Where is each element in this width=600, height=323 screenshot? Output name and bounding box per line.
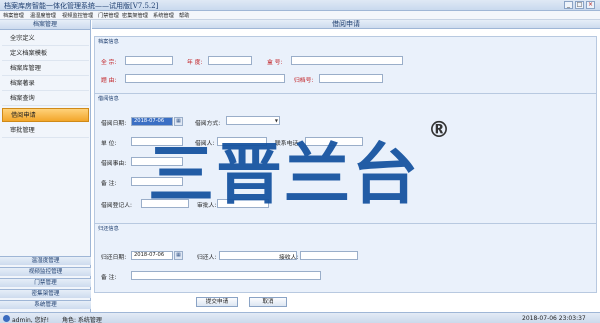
menu-archive[interactable]: 档案管理 (3, 12, 24, 19)
box-no-input[interactable] (291, 56, 403, 65)
return-note-label: 备 注: (101, 275, 117, 281)
cancel-button[interactable]: 取消 (249, 297, 287, 307)
menu-access[interactable]: 门禁管理 (98, 12, 119, 19)
menu-bar: 档案管理 温湿度管理 视频监控管理 门禁管理 密集架管理 系统管理 帮助 (0, 11, 600, 20)
sidebar-group-video[interactable]: 视频监控管理 (0, 267, 91, 276)
borrow-date-input[interactable]: 2018-07-06 (131, 117, 173, 126)
sidebar: 档案管理 全宗定义 定义档案模板 档案库管理 档案著录 档案查询 借阅申请 审批… (0, 20, 91, 312)
registered-mark: ® (428, 118, 450, 143)
fonds-input[interactable] (125, 56, 173, 65)
registrar-label: 借阅登记人: (101, 203, 132, 209)
return-info-title: 归还信息 (98, 226, 119, 232)
app-title: 档案库房智能一体化管理系统——试用版[V7.5.2] (4, 2, 159, 10)
unit-label: 单 位: (101, 141, 117, 147)
sidebar-item-cataloging[interactable]: 档案著录 (2, 77, 89, 91)
sidebar-group-compact-shelf[interactable]: 密集架管理 (0, 289, 91, 298)
fonds-label: 全 宗: (101, 60, 117, 66)
subject-input[interactable] (125, 74, 285, 83)
maximize-button[interactable]: □ (575, 1, 584, 9)
calendar-icon[interactable]: ▦ (174, 117, 183, 126)
borrow-method-select[interactable]: ▼ (226, 116, 280, 125)
return-info-section: 归还信息 归还日期: 2018-07-06 ▦ 归还人: 接收人: 备 注: (94, 223, 597, 293)
sidebar-group-system[interactable]: 系统管理 (0, 300, 91, 309)
sidebar-item-query[interactable]: 档案查询 (2, 92, 89, 106)
borrow-date-label: 借阅日期: (101, 121, 127, 127)
sidebar-item-fonds-definition[interactable]: 全宗定义 (2, 32, 89, 46)
menu-compact-shelf[interactable]: 密集架管理 (122, 12, 148, 19)
menu-help[interactable]: 帮助 (179, 12, 189, 19)
submit-request-button[interactable]: 提交申请 (196, 297, 238, 307)
status-user: admin, 您好! (12, 317, 50, 323)
status-role: 角色: 系统管理 (62, 317, 102, 323)
sidebar-group-humidity[interactable]: 温湿度管理 (0, 256, 91, 265)
return-date-input[interactable]: 2018-07-06 (131, 251, 173, 260)
sidebar-item-template[interactable]: 定义档案模板 (2, 47, 89, 61)
user-icon (3, 315, 10, 322)
sidebar-item-borrow-request[interactable]: 借阅申请 (2, 108, 89, 122)
title-bar: 档案库房智能一体化管理系统——试用版[V7.5.2] _ □ × (0, 0, 600, 11)
minimize-button[interactable]: _ (564, 1, 573, 9)
page-title: 借阅申请 (92, 20, 600, 29)
close-button[interactable]: × (586, 1, 595, 9)
file-no-input[interactable] (319, 74, 383, 83)
sidebar-item-repository[interactable]: 档案库管理 (2, 62, 89, 76)
borrow-reason-label: 借阅事由: (101, 161, 127, 167)
menu-video[interactable]: 视频监控管理 (62, 12, 93, 19)
calendar-icon[interactable]: ▦ (174, 251, 183, 260)
subject-label: 题 由: (101, 78, 117, 84)
receiver-label: 接收人: (279, 255, 299, 261)
box-no-label: 盒 号: (267, 60, 283, 66)
brand-watermark: 三晋兰台 (148, 136, 420, 213)
chevron-down-icon: ▼ (274, 118, 278, 123)
status-datetime: 2018-07-06 23:03:37 (522, 315, 586, 322)
year-label: 年 度: (187, 60, 203, 66)
menu-humidity[interactable]: 温湿度管理 (30, 12, 56, 19)
archive-info-title: 档案信息 (98, 39, 119, 45)
sidebar-group-access[interactable]: 门禁管理 (0, 278, 91, 287)
status-bar: admin, 您好! 角色: 系统管理 2018-07-06 23:03:37 (0, 312, 600, 323)
returner-label: 归还人: (197, 255, 217, 261)
borrow-method-label: 借阅方式: (195, 121, 221, 127)
sidebar-item-approval[interactable]: 审批管理 (2, 124, 89, 138)
borrow-note-label: 备 注: (101, 181, 117, 187)
return-date-label: 归还日期: (101, 255, 127, 261)
sidebar-header[interactable]: 档案管理 (0, 20, 90, 30)
year-input[interactable] (208, 56, 252, 65)
file-no-label: 归档号: (294, 78, 314, 84)
menu-system[interactable]: 系统管理 (153, 12, 174, 19)
borrow-info-title: 借阅信息 (98, 96, 119, 102)
return-note-input[interactable] (131, 271, 321, 280)
receiver-input[interactable] (300, 251, 358, 260)
